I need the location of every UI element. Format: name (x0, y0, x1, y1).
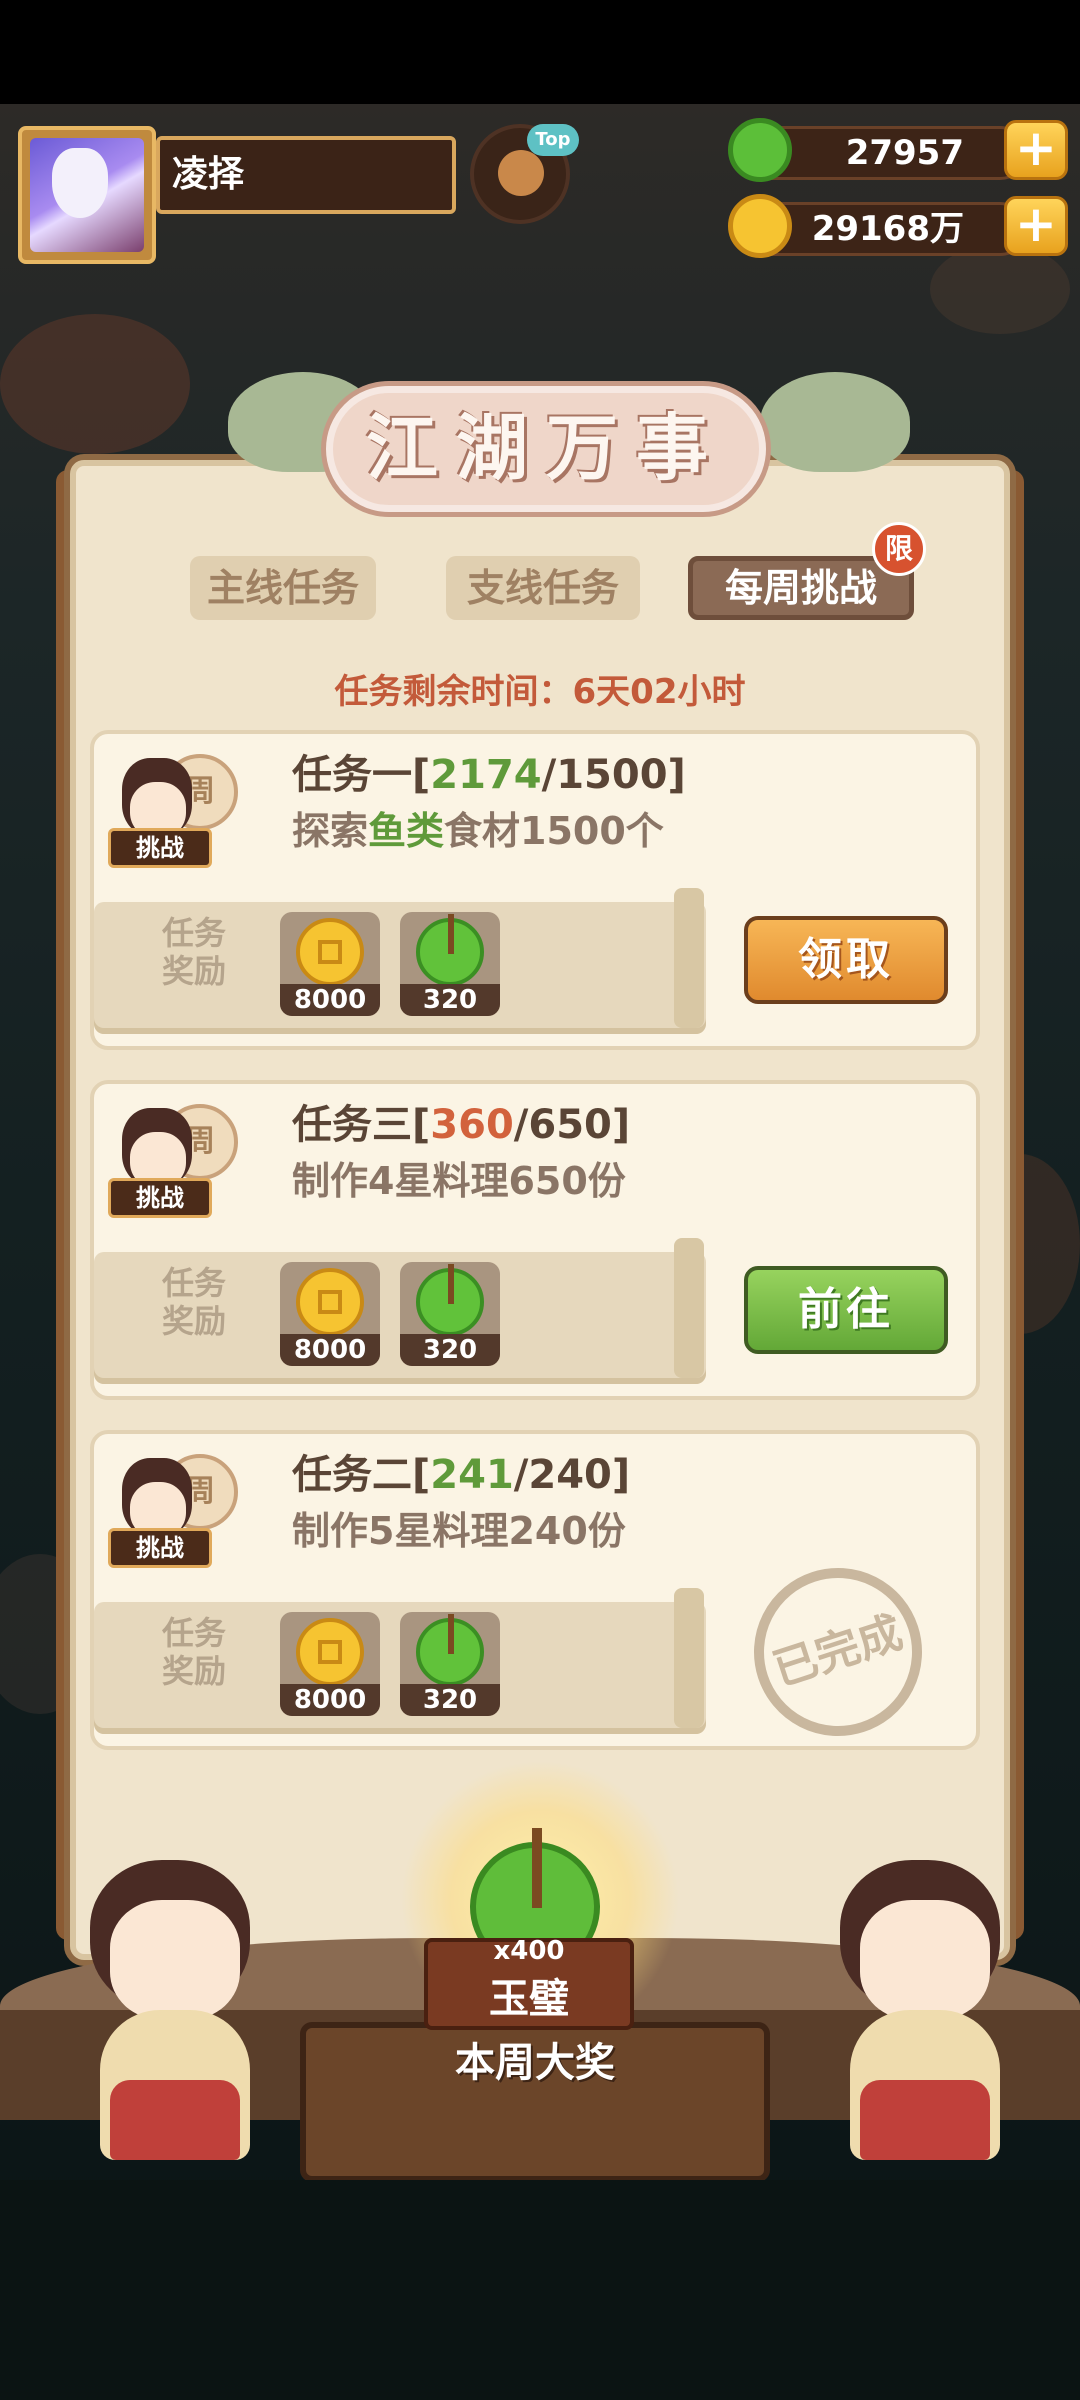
limited-badge: 限 (872, 522, 926, 576)
reward-qty: 8000 (280, 984, 380, 1016)
desc-text: 探索 (292, 809, 369, 853)
title-bracket: ] (667, 752, 686, 798)
remaining-time: 任务剩余时间：6天02小时 (334, 672, 746, 712)
task-description: 制作5星料理240份 (292, 1500, 626, 1555)
completed-stamp: 已完成 (732, 1546, 944, 1758)
tab-main-quests[interactable]: 主线任务 (190, 556, 376, 620)
weekly-grand-prize-label: 本周大奖 (455, 2040, 615, 2086)
jade-coin-icon (416, 1614, 484, 1686)
reward-label-line: 任务 (161, 1614, 226, 1652)
progress-separator: / (513, 1452, 529, 1498)
task-description: 制作4星料理650份 (292, 1150, 626, 1205)
reward-gold[interactable]: 8000 (280, 912, 380, 1016)
reward-label-line: 奖励 (161, 952, 226, 990)
add-gold-button[interactable]: + (1004, 196, 1068, 256)
status-bar (0, 0, 1080, 104)
reward-jade[interactable]: 320 (400, 912, 500, 1016)
task-progress: 241 (430, 1452, 514, 1498)
challenge-character: 周 挑战 (100, 738, 238, 868)
task-name: 任务三[ (292, 1102, 431, 1148)
avatar-hair (52, 148, 108, 218)
foreground-foliage (0, 2180, 1080, 2400)
scroll-end (674, 888, 704, 1028)
gold-coin-icon (296, 1618, 364, 1686)
task-name: 任务二[ (292, 1452, 431, 1498)
reward-label-line: 奖励 (161, 1652, 226, 1690)
desc-highlight: 鱼类 (368, 809, 445, 853)
desc-text: 食材1500个 (444, 809, 664, 853)
reward-jade[interactable]: 320 (400, 1612, 500, 1716)
task-progress: 360 (430, 1102, 514, 1148)
player-avatar[interactable] (18, 126, 156, 264)
jade-coin-icon (728, 118, 792, 182)
scroll-end (674, 1238, 704, 1378)
task-card: 周 挑战 任务一[2174/1500] 探索鱼类食材1500个 任务 奖励 800… (90, 730, 980, 1050)
reward-gold[interactable]: 8000 (280, 1262, 380, 1366)
jade-coin-icon (416, 914, 484, 986)
gold-coin-icon (296, 1268, 364, 1336)
title-bracket: ] (611, 1102, 631, 1148)
reward-qty: 320 (400, 1334, 500, 1366)
desc-text: 制作5星料理240份 (292, 1509, 626, 1553)
npc-skirt (860, 2080, 990, 2160)
reward-label: 任务 奖励 (154, 914, 234, 990)
task-progress: 2174 (430, 752, 542, 798)
reward-qty: 8000 (280, 1334, 380, 1366)
task-target: 240 (528, 1452, 612, 1498)
reward-gold[interactable]: 8000 (280, 1612, 380, 1716)
panel-title: 江湖万事 (326, 386, 766, 512)
top-tag: Top (527, 124, 579, 156)
reward-label: 任务 奖励 (154, 1614, 234, 1690)
character-face-icon (498, 150, 544, 196)
npc-girl-left (80, 1860, 280, 2160)
npc-skirt (110, 2080, 240, 2160)
npc-face (860, 1900, 990, 2020)
reward-label-line: 任务 (161, 914, 226, 952)
task-name: 任务一[ (292, 752, 431, 798)
tab-side-quests[interactable]: 支线任务 (446, 556, 640, 620)
title-bracket: ] (611, 1452, 631, 1498)
reward-label-line: 奖励 (161, 1302, 226, 1340)
task-title: 任务一[2174/1500] (292, 742, 686, 800)
leaf-decoration (760, 372, 910, 472)
reward-qty: 320 (400, 984, 500, 1016)
prize-name: 玉璧 (489, 1976, 569, 2022)
task-card: 周 挑战 任务三[360/650] 制作4星料理650份 任务 奖励 8000 3… (90, 1080, 980, 1400)
task-title: 任务二[241/240] (292, 1442, 630, 1500)
challenge-character: 周 挑战 (100, 1088, 238, 1218)
challenge-label: 挑战 (108, 828, 212, 868)
reward-qty: 320 (400, 1684, 500, 1716)
npc-face (110, 1900, 240, 2020)
challenge-character: 周 挑战 (100, 1438, 238, 1568)
prize-quantity: x400 (493, 1936, 565, 1966)
add-jade-button[interactable]: + (1004, 120, 1068, 180)
player-name: 凌择 (156, 136, 456, 214)
task-description: 探索鱼类食材1500个 (292, 800, 664, 855)
progress-separator: / (541, 752, 557, 798)
task-target: 650 (528, 1102, 612, 1148)
reward-label-line: 任务 (161, 1264, 226, 1302)
reward-qty: 8000 (280, 1684, 380, 1716)
reward-jade[interactable]: 320 (400, 1262, 500, 1366)
challenge-label: 挑战 (108, 1528, 212, 1568)
reward-label: 任务 奖励 (154, 1264, 234, 1340)
jade-coin-icon (416, 1264, 484, 1336)
challenge-label: 挑战 (108, 1178, 212, 1218)
gold-coin-icon (728, 194, 792, 258)
progress-separator: / (513, 1102, 529, 1148)
npc-girl-right (830, 1860, 1030, 2160)
task-title: 任务三[360/650] (292, 1092, 630, 1150)
go-button[interactable]: 前往 (744, 1266, 948, 1354)
claim-button[interactable]: 领取 (744, 916, 948, 1004)
gold-coin-icon (296, 918, 364, 986)
scroll-end (674, 1588, 704, 1728)
task-card: 周 挑战 任务二[241/240] 制作5星料理240份 任务 奖励 8000 3… (90, 1430, 980, 1758)
task-target: 1500 (556, 752, 668, 798)
desc-text: 制作4星料理650份 (292, 1159, 626, 1203)
